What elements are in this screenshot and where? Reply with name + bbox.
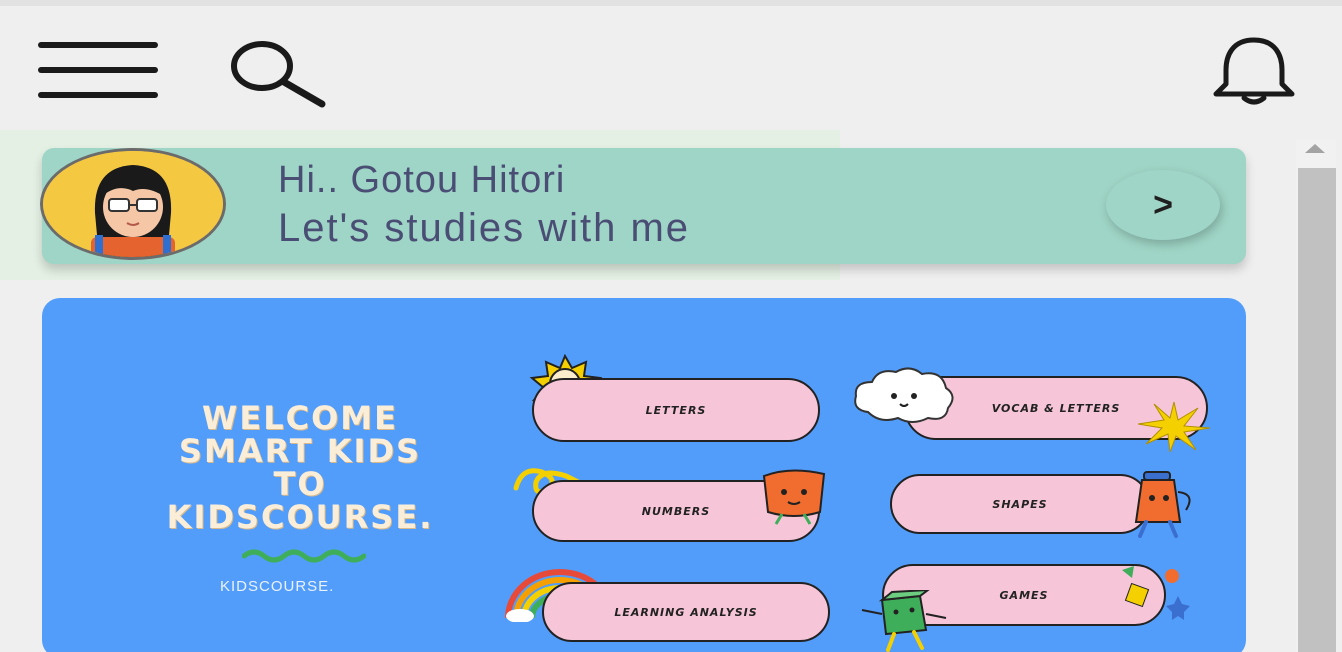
scrollbar-thumb[interactable] [1298, 168, 1336, 652]
brand-name: KIDSCOURSE. [220, 578, 335, 595]
cloud-icon [854, 367, 954, 423]
greeting-name: Hi.. Gotou Hitori [278, 159, 566, 201]
green-cube-character-icon [861, 590, 947, 652]
menu-shapes[interactable]: SHAPES [890, 474, 1150, 534]
search-button[interactable] [222, 32, 334, 112]
bell-icon [1213, 37, 1295, 105]
welcome-line: KIDSCOURSE. [166, 498, 434, 536]
orange-cup-character-icon [1134, 471, 1191, 538]
top-bar [0, 0, 1342, 130]
welcome-line: WELCOME [202, 399, 398, 437]
greeting-text: Hi.. Gotou Hitori Let's studies with me [278, 156, 690, 252]
app-page: Hi.. Gotou Hitori Let's studies with me … [0, 0, 1342, 652]
hamburger-menu-icon [38, 42, 158, 98]
welcome-banner[interactable]: WELCOME SMART KIDS TO KIDSCOURSE. KIDSCO… [42, 298, 1246, 652]
user-avatar [40, 148, 226, 260]
welcome-line: SMART KIDS [178, 432, 422, 470]
chevron-right-icon: > [1153, 185, 1173, 224]
notifications-button[interactable] [1204, 32, 1304, 112]
welcome-heading: WELCOME SMART KIDS TO KIDSCOURSE. [102, 402, 498, 534]
menu-learning-analysis[interactable]: LEARNING ANALYSIS [542, 582, 830, 642]
search-icon [231, 41, 326, 108]
menu-letters[interactable]: LETTERS [532, 378, 820, 442]
squiggle-decoration-icon [242, 549, 366, 563]
scroll-up-arrow-icon[interactable] [1305, 144, 1325, 153]
orange-block-character-icon [762, 469, 826, 525]
welcome-line: TO [273, 465, 327, 503]
menu-button[interactable] [36, 36, 164, 106]
spark-star-icon [1137, 401, 1211, 453]
greeting-subtitle: Let's studies with me [278, 206, 691, 250]
greeting-next-button[interactable]: > [1106, 170, 1220, 240]
shape-confetti-icon [1122, 566, 1190, 620]
girl-avatar-icon [43, 151, 223, 257]
